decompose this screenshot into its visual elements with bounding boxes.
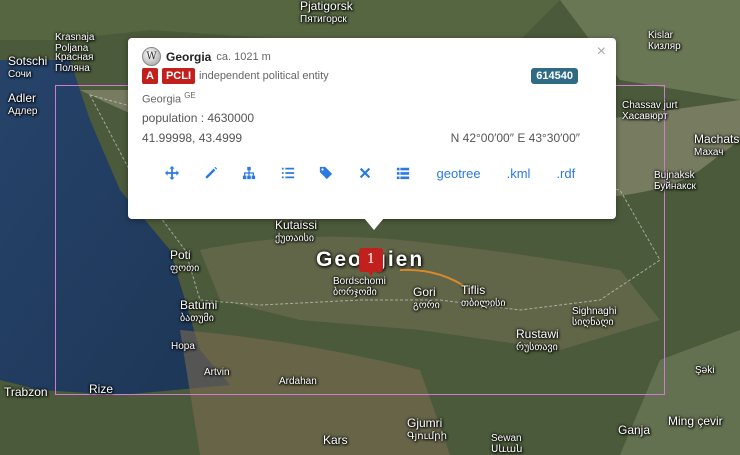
place-rustawi: Rustawi რუსთავი [516,327,559,354]
place-batumi: Batumi ბათუმი [180,298,218,325]
feature-class-badge: A [142,68,158,84]
map-marker[interactable]: 1 [359,248,383,276]
place-tiflis: Tiflis თბილისი [461,283,506,310]
place-gori: Gori გორი [413,285,440,312]
hierarchy-icon[interactable] [230,165,269,181]
place-sewan: Sewan Սևան [491,433,523,455]
place-sotschi: Sotschi Сочи [8,54,48,81]
place-ganja: Ganja [618,423,651,437]
place-hopa: Hopa [171,341,195,352]
place-kars: Kars [323,433,348,447]
marker-tip [367,270,375,276]
place-chassav: Chassav jurt Хасавюрт [622,100,678,122]
geotree-link[interactable]: geotree [437,166,481,181]
popup-pointer [364,218,384,230]
population: population : 4630000 [142,111,255,125]
place-name: Georgia [166,49,212,64]
place-gjumri: Gjumri Գյումրի [407,416,447,443]
country-code: GE [184,91,196,100]
place-seki: Şəki [695,365,715,376]
kml-link[interactable]: .kml [507,166,531,181]
place-krasnaja-ru: Красная Поляна [55,52,94,74]
place-adler: Adler Адлер [8,91,38,118]
feature-code-badge: PCLI [161,68,196,84]
place-machats: Machats Махач [694,132,740,159]
move-icon[interactable] [153,165,192,181]
decimal-coordinates: 41.99998, 43.4999 [142,131,243,145]
place-bordschomi: Bordschomi ბორჯომი [333,276,386,298]
info-popup: × W Georgia ca. 1021 m A PCLI independen… [128,38,616,230]
place-sighnaghi: Sighnaghi სიღნაღი [572,306,617,328]
action-bar: geotree .kml .rdf [153,165,601,181]
country-line: Georgia GE [142,91,196,106]
place-kutaissi: Kutaissi ქუთაისი [275,218,318,245]
tags-icon[interactable] [307,165,346,181]
elevation: ca. 1021 m [216,50,271,63]
place-rize: Rize [89,382,114,396]
list-icon[interactable] [384,165,423,181]
feature-description: independent political entity [199,70,329,82]
remove-icon[interactable] [346,165,385,181]
place-kislar: Kislar Кизляр [648,30,681,52]
wikipedia-icon[interactable]: W [142,47,161,66]
close-icon[interactable]: × [597,43,606,61]
place-poti: Poti ფოთი [170,248,200,275]
place-artvin: Artvin [204,367,230,378]
place-buinaksk: Bujnaksk Буйнакск [654,170,696,192]
place-krasnaja: Krasnaja Poljana [55,32,95,54]
geoname-id-badge[interactable]: 614540 [531,68,578,84]
marker-label: 1 [359,248,383,272]
place-mingecevir: Ming çevir [668,414,723,428]
rdf-link[interactable]: .rdf [556,166,575,181]
place-trabzon: Trabzon [4,385,48,399]
dms-coordinates: N 42°00′00″ E 43°30′00″ [450,131,580,145]
place-ardahan: Ardahan [279,376,317,387]
edit-icon[interactable] [192,165,231,181]
list-ol-icon[interactable] [269,165,308,181]
place-pjatigorsk: Pjatigorsk Пятигорск [300,0,353,25]
